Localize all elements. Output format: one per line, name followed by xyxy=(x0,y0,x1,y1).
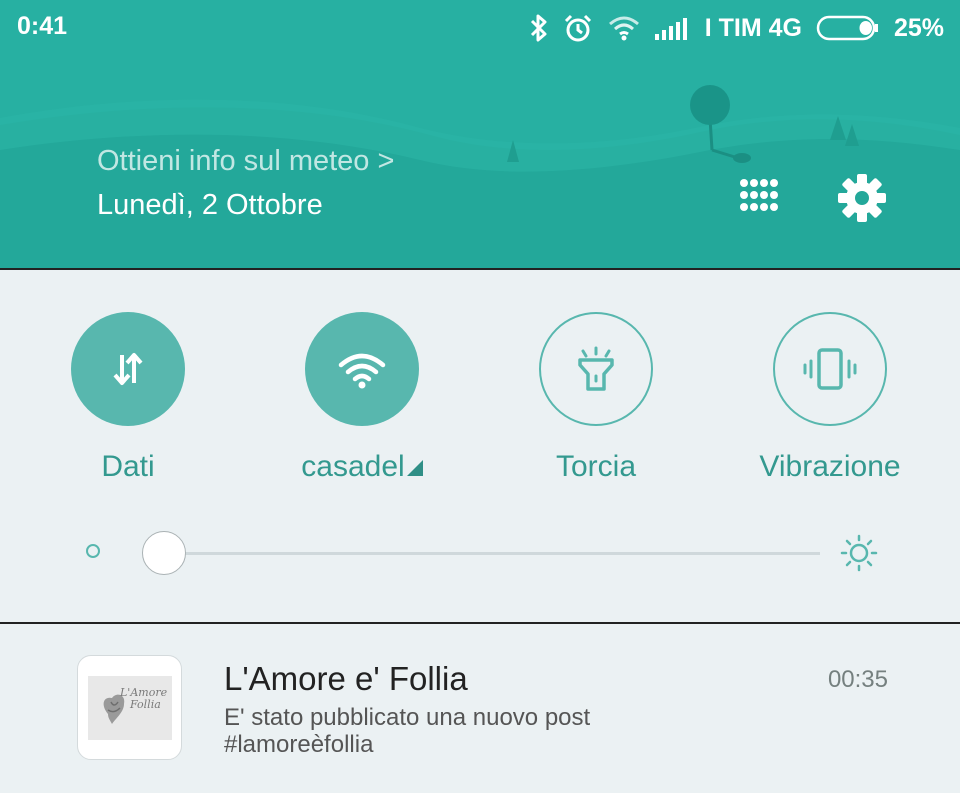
toggle-wifi-label: casadel xyxy=(301,450,405,483)
gear-icon xyxy=(838,174,886,222)
brightness-high-icon xyxy=(840,534,878,572)
quick-settings-panel: Dati casadel Torcia Vibrazione xyxy=(0,270,960,622)
brightness-slider-thumb[interactable] xyxy=(141,531,186,575)
date-label: Lunedì, 2 Ottobre xyxy=(97,189,323,221)
apps-grid-icon xyxy=(740,179,778,211)
toggle-vibration-circle xyxy=(773,312,887,426)
flashlight-icon xyxy=(578,346,614,391)
settings-button[interactable] xyxy=(836,172,888,224)
data-arrows-icon xyxy=(113,353,143,385)
notification-app-icon: L'Amore Follia xyxy=(77,655,182,760)
brightness-low-icon xyxy=(86,544,100,558)
toggle-flashlight[interactable]: Torcia xyxy=(486,312,706,483)
vibrate-icon xyxy=(803,348,857,390)
toggle-wifi-circle xyxy=(305,312,419,426)
wifi-signal-icon xyxy=(607,14,641,42)
notification-card[interactable]: L'Amore Follia L'Amore e' Follia 00:35 E… xyxy=(0,624,960,793)
wifi-expand-triangle-icon xyxy=(406,460,423,476)
battery-icon xyxy=(816,15,880,41)
carrier-label: I TIM 4G xyxy=(704,13,802,42)
wifi-icon xyxy=(338,353,386,389)
toggle-data-circle xyxy=(71,312,185,426)
notification-shade-header: 0:41 I TIM 4G 25% Ottieni info sul meteo… xyxy=(0,0,960,268)
toggle-flashlight-circle xyxy=(539,312,653,426)
toggle-vibration[interactable]: Vibrazione xyxy=(720,312,940,483)
notification-line-1: E' stato pubblicato una nuovo post xyxy=(224,704,591,731)
heart-sketch-logo: L'Amore Follia xyxy=(88,676,172,740)
toggle-data-label: Dati xyxy=(101,450,155,483)
svg-text:Follia: Follia xyxy=(129,698,161,711)
alarm-clock-icon xyxy=(563,13,593,43)
bluetooth-icon xyxy=(529,13,549,43)
toggle-vibration-label: Vibrazione xyxy=(759,450,901,483)
status-bar-right: I TIM 4G 25% xyxy=(529,12,944,44)
notification-title: L'Amore e' Follia xyxy=(224,660,468,697)
notification-time: 00:35 xyxy=(827,666,888,693)
battery-percent: 25% xyxy=(893,13,944,42)
toggle-data[interactable]: Dati xyxy=(18,312,238,483)
apps-grid-button[interactable] xyxy=(737,176,781,220)
toggle-flashlight-label: Torcia xyxy=(555,450,637,483)
toggle-wifi-label-wrap: casadel xyxy=(252,450,472,484)
brightness-slider-track[interactable] xyxy=(164,552,820,555)
notification-line-2: #lamoreèfollia xyxy=(224,731,374,758)
toggle-wifi[interactable]: casadel xyxy=(252,312,472,484)
cellular-signal-icon xyxy=(654,16,691,40)
status-bar-time: 0:41 xyxy=(17,12,68,40)
notification-body: E' stato pubblicato una nuovo post #lamo… xyxy=(224,704,590,758)
weather-info-link[interactable]: Ottieni info sul meteo > xyxy=(97,145,394,178)
